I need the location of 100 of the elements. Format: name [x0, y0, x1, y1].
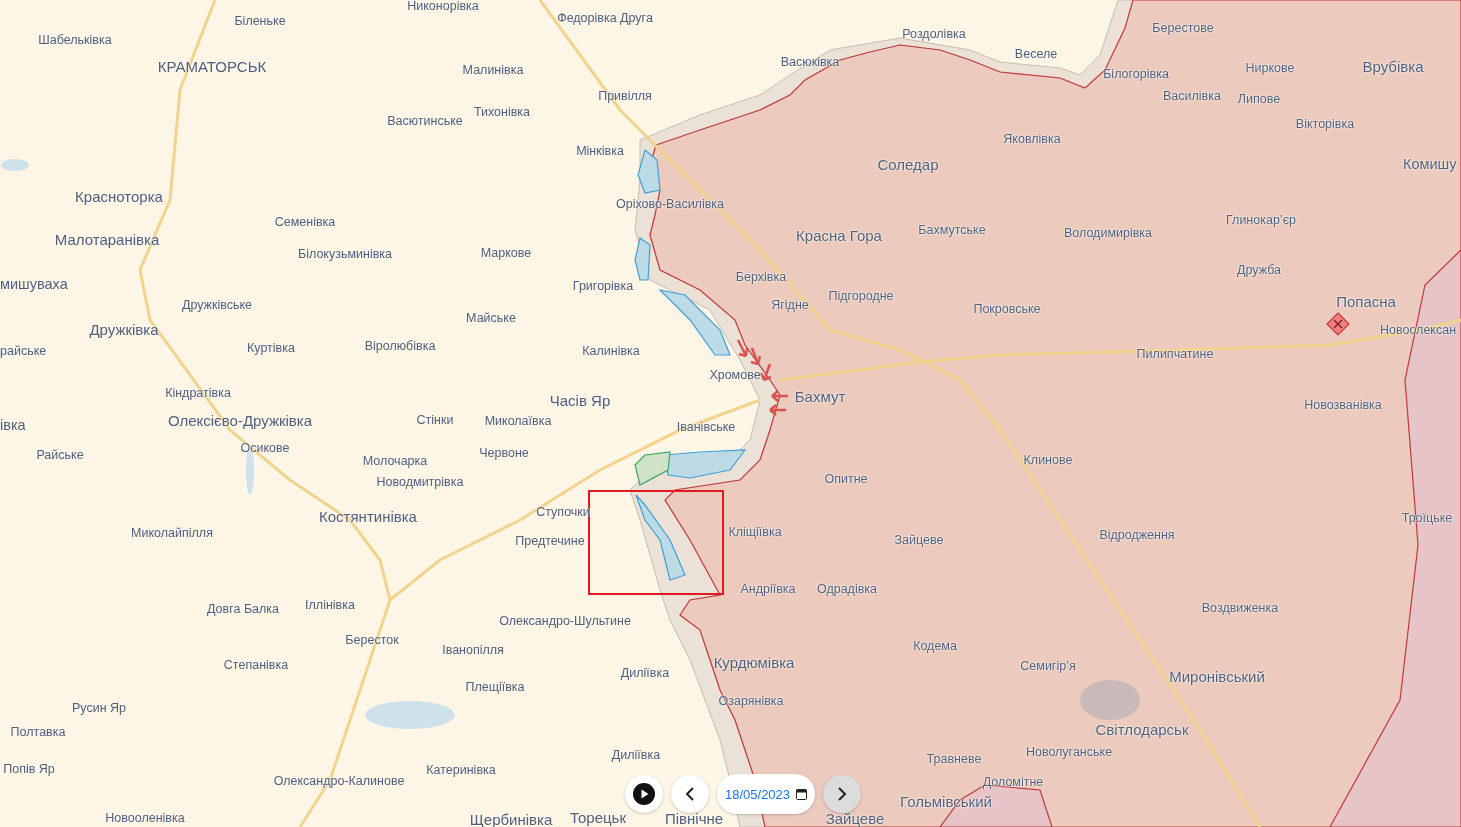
place-label: Дружківське — [181, 299, 253, 313]
place-label: Русин Яр — [72, 702, 126, 716]
place-label: Семигір’я — [1020, 660, 1076, 674]
place-label: Новозванівка — [1304, 399, 1382, 413]
place-label: мишуваха — [0, 277, 68, 293]
place-label: Веселе — [1014, 48, 1058, 62]
place-label: Васютинське — [387, 115, 463, 129]
place-label: Миколаївка — [484, 415, 552, 429]
previous-button[interactable] — [671, 775, 709, 813]
place-label: Роздолівка — [902, 28, 966, 42]
place-label: Білогорівка — [1103, 68, 1169, 82]
place-label: КРАМАТОРСЬК — [157, 58, 267, 76]
place-label: Хромове — [709, 369, 761, 383]
place-label: Дружківка — [89, 321, 159, 339]
place-label: івка — [0, 418, 26, 434]
place-label: Світлодарськ — [1095, 721, 1189, 739]
place-label: Шабельківка — [38, 34, 112, 48]
place-label: Іванопілля — [442, 644, 504, 658]
play-icon — [633, 783, 655, 805]
place-label: райське — [0, 345, 47, 359]
place-label: Федорівка Друга — [557, 12, 653, 26]
place-label: Травневе — [926, 753, 982, 767]
place-label: Бахмутське — [918, 224, 986, 238]
place-label: Соледар — [877, 156, 939, 174]
place-label: Клинове — [1023, 454, 1073, 468]
place-label: Пилипчатине — [1136, 348, 1214, 362]
place-label: Костянтинівка — [319, 508, 417, 526]
place-label: Зайцеве — [894, 534, 944, 548]
place-label: Доломітне — [982, 776, 1044, 790]
place-label: Одрадівка — [816, 583, 878, 597]
place-label: Комишу — [1403, 157, 1457, 173]
place-label: Плещіївка — [465, 681, 525, 695]
place-label: Берхівка — [735, 271, 787, 285]
place-label: Васюківка — [780, 56, 840, 70]
place-label: Новодмитрівка — [376, 476, 464, 490]
place-label: Врубівка — [1362, 58, 1424, 76]
place-label: Олексієво-Дружківка — [167, 412, 313, 430]
place-label: Мінківка — [576, 145, 624, 159]
place-label: Опитне — [824, 473, 868, 487]
place-label: Ягідне — [771, 299, 809, 313]
place-label: Іллінівка — [305, 599, 355, 613]
play-button[interactable] — [625, 775, 663, 813]
diamond-marker-icon — [1326, 312, 1350, 336]
place-label: Вікторівка — [1295, 118, 1355, 132]
place-label: Іванівське — [676, 421, 736, 435]
place-label: Полтавка — [10, 726, 66, 740]
place-label: Відродження — [1099, 529, 1175, 543]
place-label: Ниркове — [1245, 62, 1295, 76]
place-label: Майське — [466, 312, 516, 326]
place-label: Торецьк — [570, 809, 626, 827]
place-label: Красна Гора — [796, 227, 882, 245]
place-label: Яковлівка — [1003, 133, 1061, 147]
place-label: Молочарка — [362, 455, 428, 469]
place-label: Новооленівка — [105, 812, 185, 826]
place-label: Осикове — [240, 442, 290, 456]
place-label: Олександро-Шультине — [499, 615, 631, 629]
place-label: Кодема — [913, 640, 957, 654]
place-label: Григорівка — [572, 280, 634, 294]
place-label: Попів Яр — [3, 763, 55, 777]
place-label: Калинівка — [582, 345, 640, 359]
place-label: Никонорівка — [407, 0, 479, 14]
place-label: Привілля — [598, 90, 652, 104]
place-label: Предтечине — [515, 535, 585, 549]
place-label: Катеринівка — [426, 764, 496, 778]
place-label: Берестове — [1152, 22, 1214, 36]
place-label: Курдюмівка — [713, 654, 795, 672]
place-label: Довга Балка — [206, 603, 280, 617]
place-label: Семенівка — [274, 216, 336, 230]
place-label: Бахмут — [794, 388, 846, 406]
place-label: Андріївка — [740, 583, 796, 597]
place-label: Тихонівка — [473, 106, 531, 120]
place-label: Миколайпілля — [131, 527, 213, 541]
place-label: Підгородне — [828, 290, 894, 304]
place-label: Володимирівка — [1064, 227, 1152, 241]
place-label: Диліївка — [611, 749, 661, 763]
place-label: Маркове — [480, 247, 532, 261]
place-label: Малинівка — [462, 64, 524, 78]
place-label: Глинокар’єр — [1226, 214, 1296, 228]
calendar-icon — [796, 788, 808, 800]
place-label: Новолуганське — [1025, 746, 1113, 760]
place-label: Василівка — [1163, 90, 1221, 104]
place-label: Попасна — [1336, 293, 1396, 311]
date-field[interactable]: 18/05/2023 — [717, 774, 816, 814]
place-label: Миронівський — [1169, 668, 1265, 686]
place-label: Олександро-Калинове — [273, 775, 405, 789]
place-label: Часів Яр — [549, 392, 611, 410]
place-label: Куртівка — [247, 342, 295, 356]
place-label: Новоолексан — [1380, 324, 1457, 338]
place-label: Диліївка — [620, 667, 670, 681]
place-label: Білокузьминівка — [297, 248, 393, 262]
place-label: Стінки — [416, 414, 454, 428]
place-label: Малотаранівка — [54, 231, 160, 249]
place-label: Бересток — [345, 634, 399, 648]
place-label: Біленьке — [234, 15, 286, 29]
place-label: Зайцеве — [825, 810, 885, 827]
place-label: Степанівка — [223, 659, 289, 673]
place-label: Покровське — [973, 303, 1041, 317]
place-label: Червоне — [479, 447, 529, 461]
place-label: Дружба — [1237, 264, 1281, 278]
place-label: Райське — [36, 449, 84, 463]
